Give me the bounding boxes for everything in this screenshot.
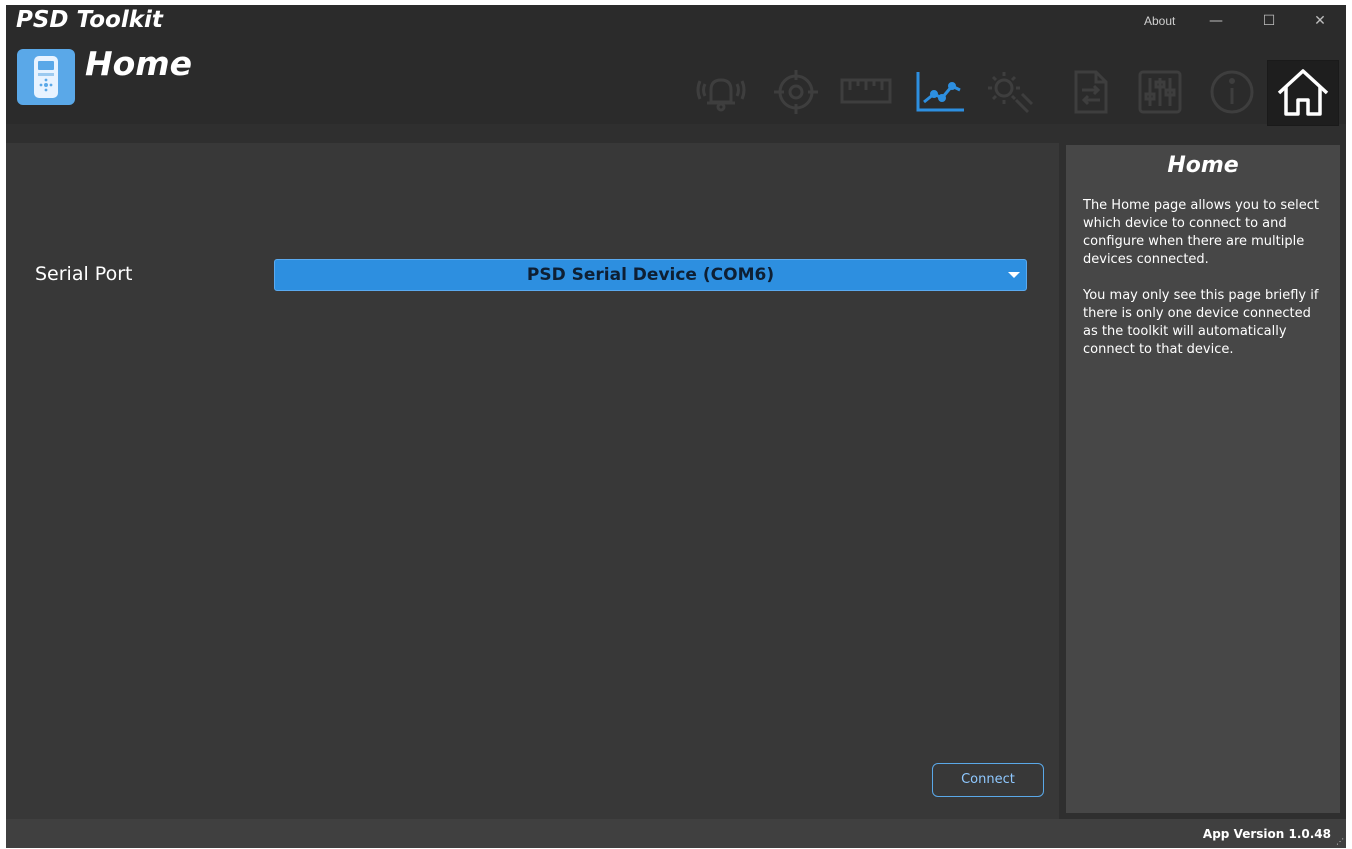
help-title: Home	[1167, 153, 1239, 178]
app-title: PSD Toolkit	[16, 7, 163, 33]
header: Home	[6, 38, 1346, 126]
main-panel: Serial Port PSD Serial Device (COM6) Con…	[6, 143, 1059, 819]
target-crosshair-icon[interactable]	[768, 64, 824, 120]
document-transfer-icon[interactable]	[1062, 64, 1118, 120]
handheld-device-icon	[17, 49, 75, 105]
close-button[interactable]: ✕	[1305, 9, 1335, 33]
sliders-icon[interactable]	[1132, 64, 1188, 120]
help-paragraph: The Home page allows you to select which…	[1083, 198, 1319, 267]
maximize-button[interactable]: ☐	[1254, 9, 1284, 33]
serial-port-select[interactable]: PSD Serial Device (COM6)	[274, 259, 1027, 291]
app-window: PSD Toolkit About — ☐ ✕ Home Serial Port…	[6, 5, 1346, 848]
alarm-bell-icon[interactable]	[693, 64, 749, 120]
serial-port-label: Serial Port	[35, 263, 133, 285]
connect-button[interactable]: Connect	[932, 763, 1044, 797]
ruler-icon[interactable]	[838, 64, 894, 120]
status-bar: App Version 1.0.48 ⋰	[6, 819, 1346, 848]
help-text: The Home page allows you to select which…	[1083, 197, 1328, 377]
page-title: Home	[85, 44, 193, 83]
info-icon[interactable]	[1204, 64, 1260, 120]
help-paragraph: You may only see this page briefly if th…	[1083, 288, 1319, 357]
chevron-down-icon[interactable]	[1008, 272, 1020, 278]
minimize-button[interactable]: —	[1201, 9, 1231, 33]
serial-port-value: PSD Serial Device (COM6)	[526, 265, 775, 285]
gear-wrench-icon[interactable]	[982, 64, 1038, 120]
home-icon[interactable]	[1267, 60, 1339, 126]
title-bar[interactable]: PSD Toolkit About — ☐ ✕	[6, 5, 1346, 38]
app-version: App Version 1.0.48	[1202, 827, 1331, 841]
resize-grip-icon[interactable]: ⋰	[1336, 838, 1344, 846]
line-chart-icon[interactable]	[912, 64, 968, 120]
help-panel: Home The Home page allows you to select …	[1066, 145, 1340, 813]
about-link[interactable]: About	[1144, 14, 1175, 28]
